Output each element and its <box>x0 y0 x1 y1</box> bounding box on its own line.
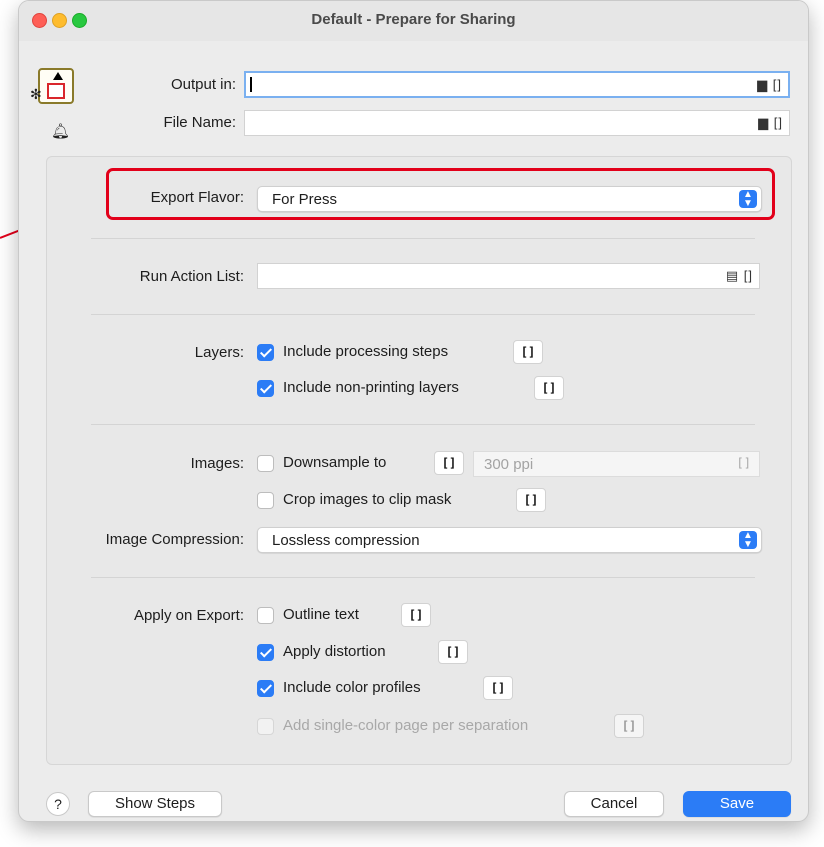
crop-images-row[interactable]: Crop images to clip mask [] <box>257 488 557 512</box>
title-bar: Default - Prepare for Sharing <box>19 1 808 41</box>
variable-button[interactable]: [] <box>438 640 468 664</box>
apply-distortion-label[interactable]: Apply distortion <box>283 643 386 660</box>
chevron-updown-icon: ▲ ▼ <box>739 531 757 550</box>
layers-label: Layers: <box>194 344 244 361</box>
add-single-color-page-row: Add single-color page per separation [] <box>257 714 657 738</box>
file-name-label: File Name: <box>163 114 236 131</box>
bell-icon[interactable]: 🔔︎ <box>51 122 70 140</box>
include-processing-steps-checkbox[interactable] <box>257 344 274 361</box>
gear-icon[interactable]: ✻ <box>30 86 42 103</box>
downsample-to-row[interactable]: Downsample to [] <box>257 451 477 475</box>
output-in-folder-and-variable-icons[interactable]: ▆ [] <box>757 77 782 93</box>
help-button[interactable]: ? <box>46 792 70 816</box>
show-steps-button[interactable]: Show Steps <box>88 791 222 817</box>
image-compression-popup[interactable]: Lossless compression ▲ ▼ <box>257 527 762 553</box>
variable-button[interactable]: [] <box>516 488 546 512</box>
text-caret <box>250 77 252 92</box>
run-action-list-field[interactable]: ▤ [] <box>257 263 760 289</box>
variable-icon: [] <box>736 456 751 470</box>
crop-images-label[interactable]: Crop images to clip mask <box>283 491 451 508</box>
include-color-profiles-label[interactable]: Include color profiles <box>283 679 421 696</box>
save-button[interactable]: Save <box>683 791 791 817</box>
image-compression-value: Lossless compression <box>272 532 420 549</box>
pdf-document-icon <box>47 83 65 99</box>
include-color-profiles-checkbox[interactable] <box>257 680 274 697</box>
include-non-printing-layers-label[interactable]: Include non-printing layers <box>283 379 459 396</box>
separator <box>91 238 755 239</box>
action-list-and-variable-icons[interactable]: ▤ [] <box>726 268 753 284</box>
cancel-button[interactable]: Cancel <box>564 791 664 817</box>
window-title: Default - Prepare for Sharing <box>311 11 516 28</box>
crop-images-checkbox[interactable] <box>257 492 274 509</box>
apply-distortion-checkbox[interactable] <box>257 644 274 661</box>
output-in-field[interactable]: ▆ [] <box>244 71 790 98</box>
run-action-list-label: Run Action List: <box>139 268 244 285</box>
file-name-field[interactable]: ▆ [] <box>244 110 790 136</box>
separator <box>91 424 755 425</box>
variable-button[interactable]: [] <box>434 451 464 475</box>
include-processing-steps-label[interactable]: Include processing steps <box>283 343 448 360</box>
outline-text-row[interactable]: Outline text [] <box>257 603 457 627</box>
downsample-to-label[interactable]: Downsample to <box>283 454 386 471</box>
export-flavor-highlight <box>106 168 775 220</box>
add-single-color-page-checkbox <box>257 718 274 735</box>
variable-button[interactable]: [] <box>483 676 513 700</box>
include-non-printing-layers-row[interactable]: Include non-printing layers [] <box>257 376 577 400</box>
images-label: Images: <box>190 455 244 472</box>
ppi-placeholder: 300 ppi <box>484 456 534 473</box>
add-single-color-page-label: Add single-color page per separation <box>283 717 529 734</box>
file-name-folder-and-variable-icons[interactable]: ▆ [] <box>758 115 783 131</box>
outline-text-checkbox[interactable] <box>257 607 274 624</box>
image-compression-label: Image Compression: <box>105 531 244 548</box>
upload-arrow-icon <box>53 72 63 80</box>
downsample-to-checkbox[interactable] <box>257 455 274 472</box>
apply-distortion-row[interactable]: Apply distortion [] <box>257 640 477 664</box>
separator <box>91 314 755 315</box>
variable-button[interactable]: [] <box>534 376 564 400</box>
outline-text-label[interactable]: Outline text <box>283 606 359 623</box>
include-color-profiles-row[interactable]: Include color profiles [] <box>257 676 527 700</box>
apply-on-export-label: Apply on Export: <box>133 607 244 624</box>
include-processing-steps-row[interactable]: Include processing steps [] <box>257 340 557 364</box>
pdf-export-icon[interactable] <box>38 68 74 104</box>
include-non-printing-layers-checkbox[interactable] <box>257 380 274 397</box>
variable-button[interactable]: [] <box>513 340 543 364</box>
separator <box>91 577 755 578</box>
output-in-label: Output in: <box>170 76 236 93</box>
downsample-ppi-field: 300 ppi [] <box>473 451 760 477</box>
variable-button[interactable]: [] <box>401 603 431 627</box>
variable-button: [] <box>614 714 644 738</box>
